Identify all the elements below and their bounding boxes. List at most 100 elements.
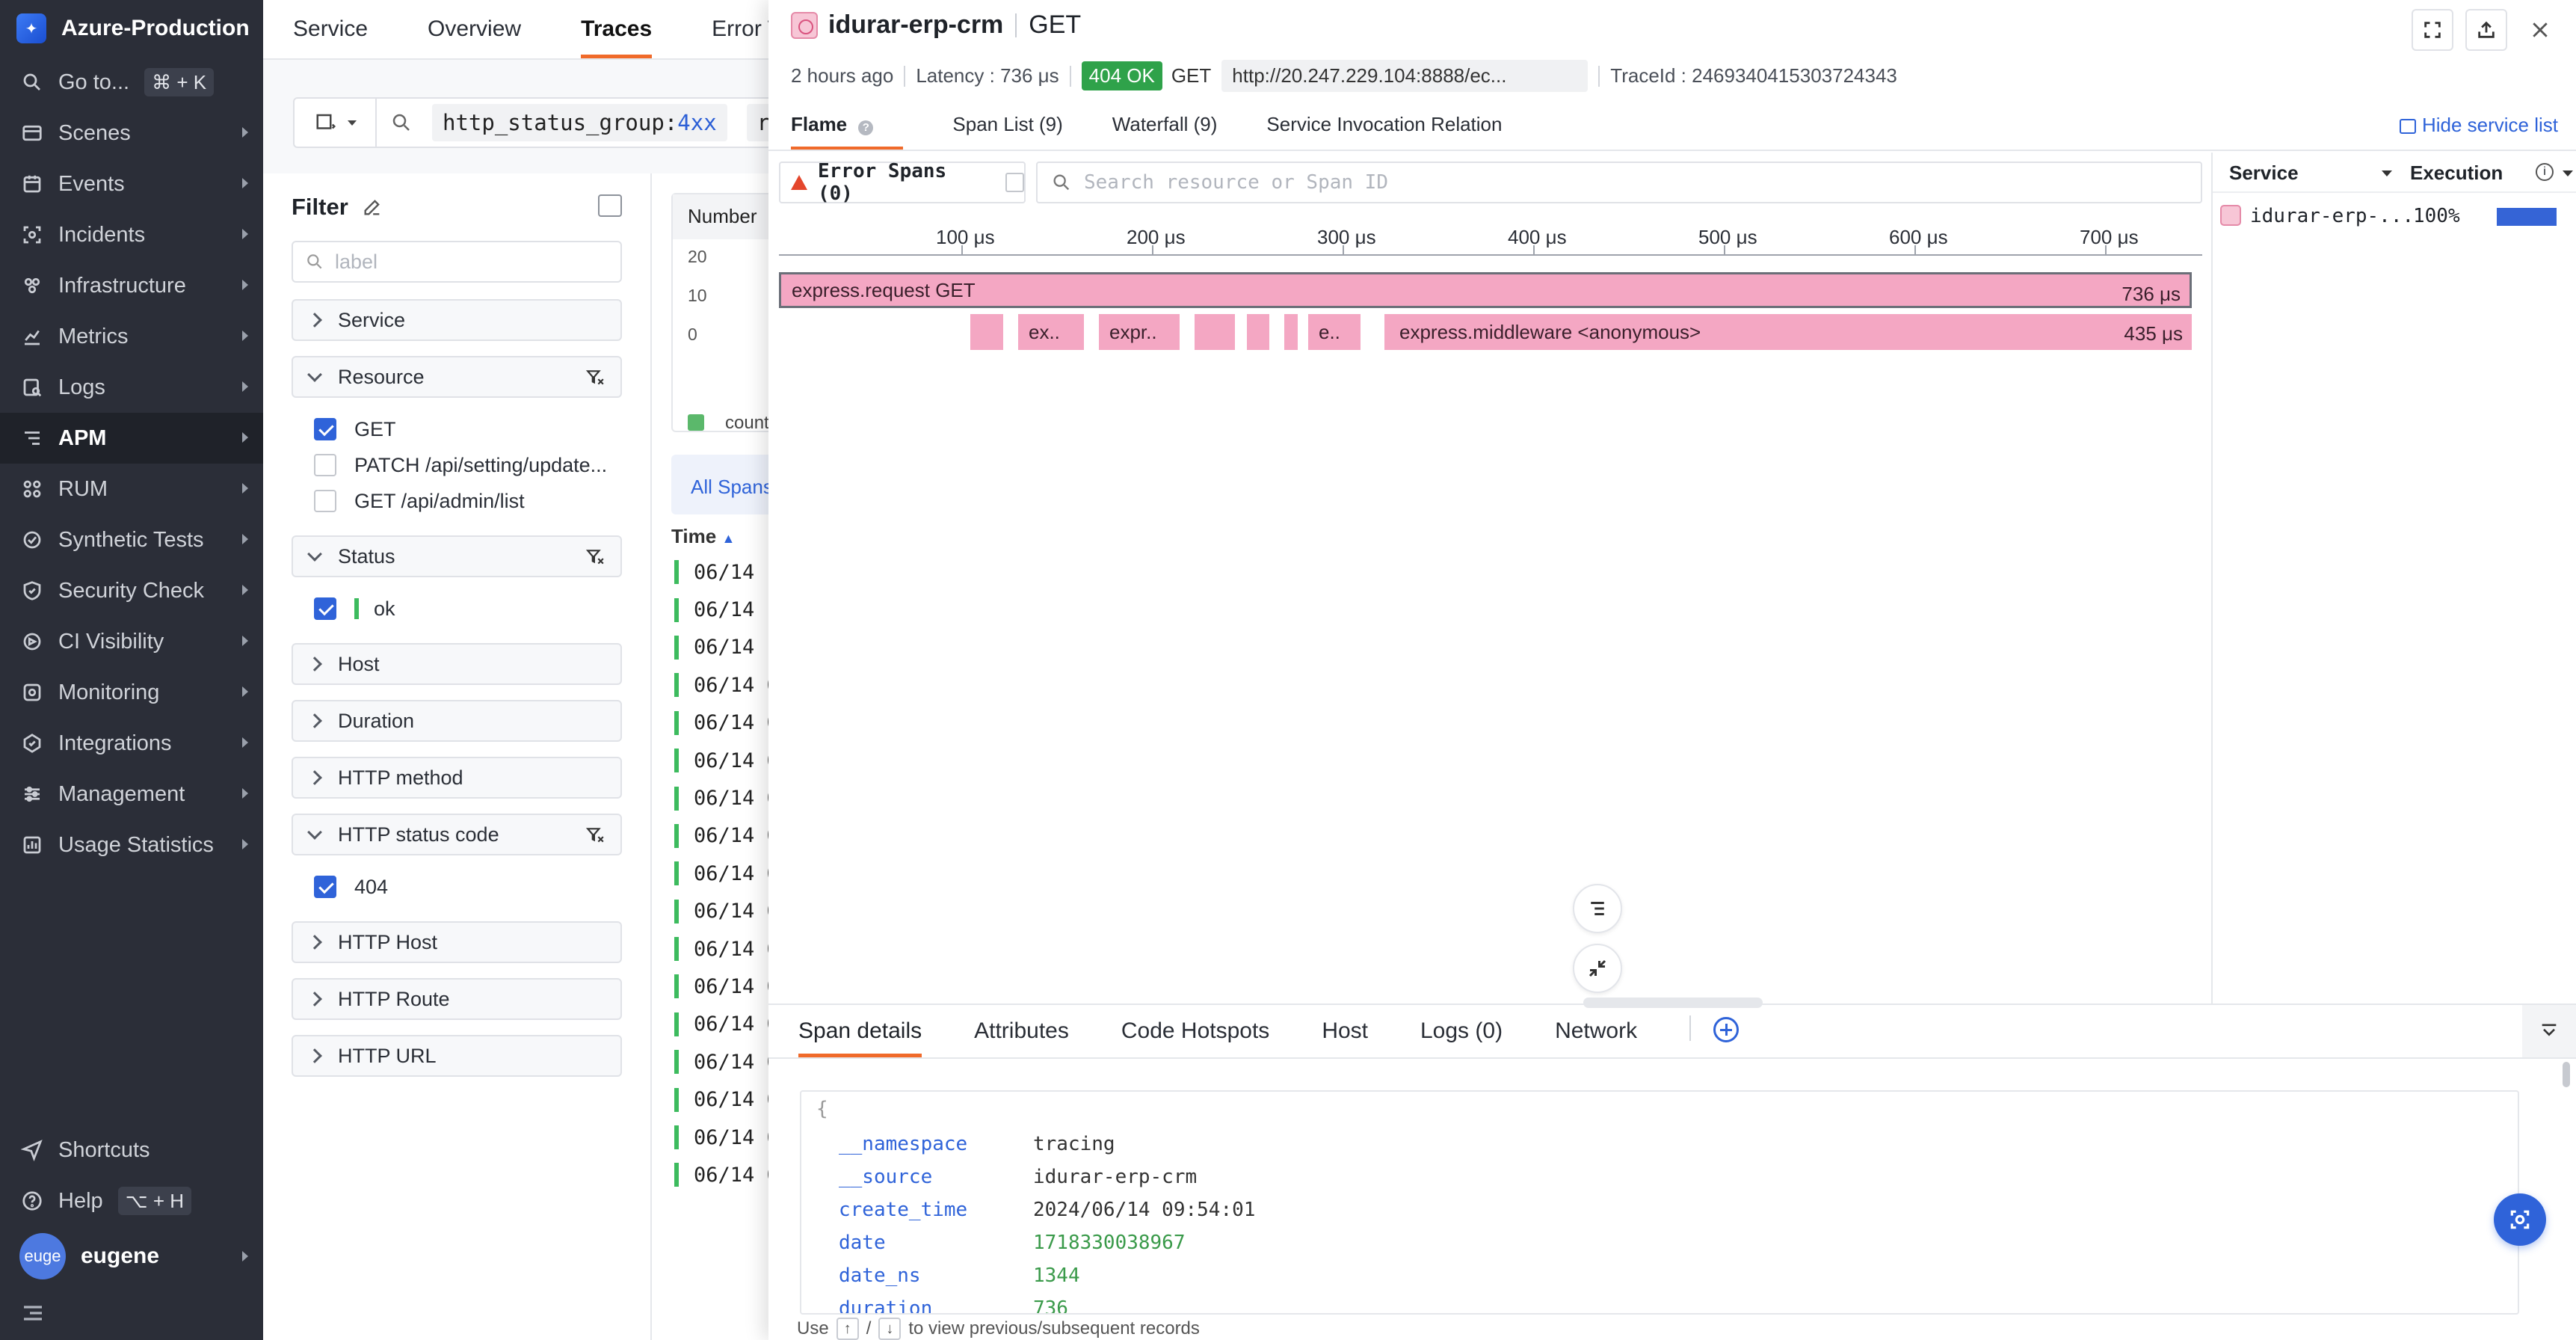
sidebar-item-help[interactable]: Help ⌥ + H [0, 1175, 263, 1226]
tab-code-hotspots[interactable]: Code Hotspots [1121, 1018, 1269, 1057]
span-search-input[interactable]: Search resource or Span ID [1036, 162, 2202, 203]
json-field[interactable]: __source idurar-erp-crm [816, 1161, 2503, 1193]
facet-status[interactable]: Status [292, 535, 622, 577]
json-field[interactable]: date 1718330038967 [816, 1226, 2503, 1259]
legend-label[interactable]: count [725, 413, 769, 434]
span-root[interactable]: express.request GET 736 μs [779, 272, 2192, 308]
json-field[interactable]: __namespace tracing [816, 1128, 2503, 1161]
sidebar-item-usage-statistics[interactable]: Usage Statistics [0, 820, 263, 870]
sidebar-item-logs[interactable]: Logs [0, 362, 263, 413]
checkbox[interactable] [314, 418, 336, 440]
span-child[interactable] [1284, 314, 1298, 350]
sidebar-item-metrics[interactable]: Metrics [0, 311, 263, 362]
span-child[interactable] [1195, 314, 1235, 350]
tab-attributes[interactable]: Attributes [974, 1018, 1069, 1057]
query-mode-select[interactable] [295, 99, 377, 147]
user-menu[interactable]: euge eugene [0, 1226, 263, 1286]
facet-duration[interactable]: Duration [292, 700, 622, 742]
tab-logs[interactable]: Logs (0) [1420, 1018, 1503, 1057]
tab-span-list[interactable]: Span List (9) [952, 113, 1062, 150]
sidebar-item-integrations[interactable]: Integrations [0, 718, 263, 769]
sidebar-item-security-check[interactable]: Security Check [0, 565, 263, 616]
workspace-switcher[interactable]: ✦ Azure-Production [0, 0, 263, 57]
goto-search[interactable]: Go to... ⌘ + K [0, 57, 263, 108]
sidebar-item-rum[interactable]: RUM [0, 464, 263, 514]
tab-network[interactable]: Network [1555, 1018, 1637, 1057]
tab-traces[interactable]: Traces [581, 16, 653, 58]
span-child[interactable]: ex.. [1018, 314, 1084, 350]
trace-url[interactable]: http://20.247.229.104:8888/ec... [1221, 60, 1589, 92]
error-spans-checkbox[interactable] [1005, 173, 1024, 192]
col-service[interactable]: Service [2229, 162, 2299, 185]
sidebar-item-scenes[interactable]: Scenes [0, 108, 263, 159]
json-field[interactable]: create_time 2024/06/14 09:54:01 [816, 1193, 2503, 1226]
clear-filter-icon[interactable] [585, 547, 606, 567]
clear-filter-icon[interactable] [585, 826, 606, 845]
add-tab-icon[interactable] [1713, 1017, 1740, 1042]
facet-http-route[interactable]: HTTP Route [292, 978, 622, 1020]
help-icon[interactable]: ? [858, 120, 874, 135]
tab-flame[interactable]: Flame ? [791, 113, 904, 150]
json-field[interactable]: date_ns 1344 [816, 1259, 2503, 1292]
facet-http-status-code[interactable]: HTTP status code [292, 814, 622, 855]
sidebar-item-apm[interactable]: APM [0, 413, 263, 464]
clear-filter-icon[interactable] [585, 368, 606, 387]
chevron-down-icon[interactable] [2563, 170, 2573, 176]
facet-host[interactable]: Host [292, 643, 622, 685]
collapse-all-button[interactable] [1573, 944, 1622, 993]
hide-service-list-button[interactable]: Hide service list [2399, 114, 2558, 137]
tab-service-invocation[interactable]: Service Invocation Relation [1266, 113, 1502, 150]
sidebar-item-management[interactable]: Management [0, 769, 263, 820]
service-row[interactable]: idurar-erp-... 100% [2213, 193, 2576, 238]
scrollbar[interactable] [2563, 1062, 2570, 1087]
tab-host[interactable]: Host [1322, 1018, 1368, 1057]
tab-service[interactable]: Service [293, 16, 368, 58]
collapse-details-button[interactable] [2522, 1005, 2576, 1057]
span-list-toggle-button[interactable] [1573, 884, 1622, 933]
trace-id[interactable]: TraceId : 2469340415303724343 [1610, 64, 1897, 87]
sidebar-item-incidents[interactable]: Incidents [0, 209, 263, 260]
span-middleware[interactable]: express.middleware <anonymous> 435 μs [1384, 314, 2192, 350]
sidebar-item-infrastructure[interactable]: Infrastructure [0, 260, 263, 311]
chevron-down-icon[interactable] [2382, 170, 2392, 176]
tab-span-details[interactable]: Span details [798, 1018, 922, 1057]
facet-http-method[interactable]: HTTP method [292, 757, 622, 799]
filter-search-input[interactable]: label [292, 241, 622, 283]
checkbox[interactable] [314, 876, 336, 898]
json-field[interactable]: duration 736 [816, 1292, 2503, 1313]
edit-icon[interactable] [362, 197, 383, 218]
fullscreen-button[interactable] [2412, 9, 2453, 51]
time-column-header[interactable]: Time ▲ [671, 525, 735, 548]
facet-resource[interactable]: Resource [292, 356, 622, 398]
resource-option[interactable]: PATCH /api/setting/update... [292, 447, 622, 483]
status-option[interactable]: ok [292, 591, 622, 627]
span-child[interactable] [1247, 314, 1269, 350]
info-icon[interactable]: i [2536, 163, 2554, 181]
col-execution[interactable]: Execution [2410, 162, 2503, 185]
span-child[interactable] [970, 314, 1003, 350]
facet-http-url[interactable]: HTTP URL [292, 1035, 622, 1077]
tab-overview[interactable]: Overview [428, 16, 521, 58]
close-button[interactable] [2519, 9, 2561, 51]
sidebar-item-events[interactable]: Events [0, 159, 263, 209]
sidebar-item-shortcuts[interactable]: Shortcuts [0, 1125, 263, 1175]
share-button[interactable] [2465, 9, 2507, 51]
query-chip[interactable]: http_status_group:4xx [432, 104, 727, 141]
screenshot-button[interactable] [2494, 1193, 2546, 1246]
checkbox[interactable] [314, 454, 336, 476]
span-child[interactable]: expr.. [1099, 314, 1180, 350]
sidebar-item-monitoring[interactable]: Monitoring [0, 667, 263, 718]
collapse-sidebar-button[interactable] [0, 1286, 263, 1340]
facet-service[interactable]: Service [292, 299, 622, 341]
tab-waterfall[interactable]: Waterfall (9) [1112, 113, 1218, 150]
resource-option[interactable]: GET [292, 411, 622, 447]
error-spans-toggle[interactable]: Error Spans (0) [779, 160, 1026, 205]
resource-option[interactable]: GET /api/admin/list [292, 483, 622, 519]
sidebar-item-synthetic-tests[interactable]: Synthetic Tests [0, 514, 263, 565]
sidebar-item-ci-visibility[interactable]: CI Visibility [0, 616, 263, 667]
span-child[interactable]: e.. [1308, 314, 1361, 350]
collapse-panel-icon[interactable] [598, 194, 622, 217]
status-code-option[interactable]: 404 [292, 869, 622, 905]
checkbox[interactable] [314, 597, 336, 620]
facet-http-host[interactable]: HTTP Host [292, 921, 622, 963]
